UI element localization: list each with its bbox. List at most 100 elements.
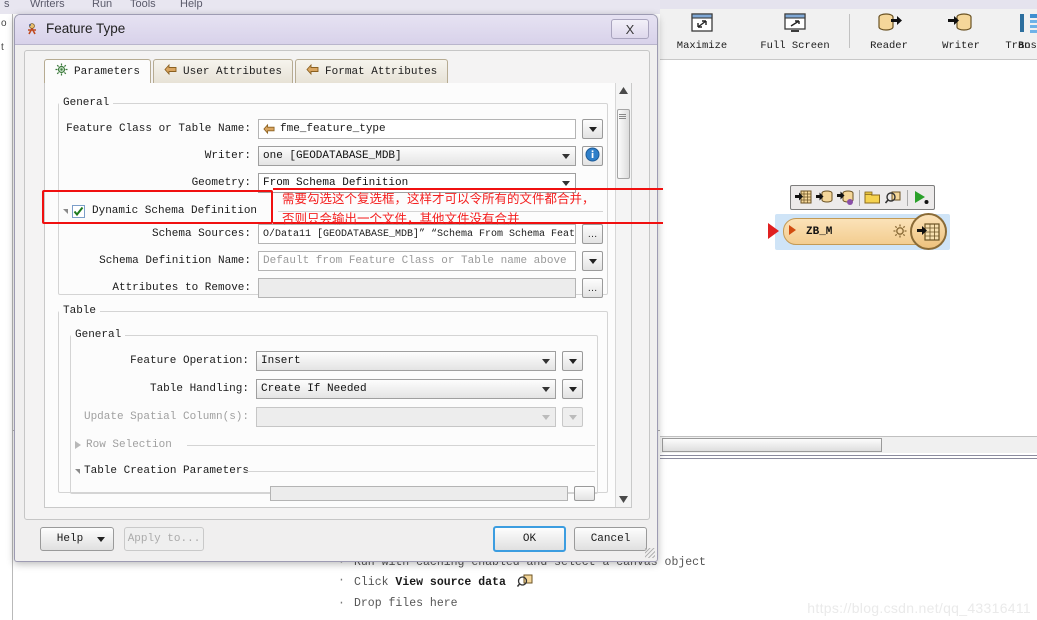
dynamic-schema-checkbox[interactable]: [72, 204, 85, 218]
toolbar-button-writer[interactable]: Writer: [928, 12, 994, 52]
close-button[interactable]: X: [611, 19, 649, 39]
schema-sources-browse-button[interactable]: …: [582, 224, 603, 244]
add-reader-icon[interactable]: [815, 188, 834, 207]
ellipsis-icon-1: …: [587, 228, 598, 240]
toolbar-button-bookmark[interactable]: Bo: [1018, 12, 1037, 52]
chevron-down-icon-10: [568, 414, 577, 420]
collapse-triangle-icon-2[interactable]: [75, 468, 80, 474]
table-handling-combo[interactable]: Create If Needed: [256, 379, 556, 399]
toolbar-label-reader: Reader: [870, 40, 908, 52]
reader-icon: [856, 12, 922, 38]
parameters-panel: General Feature Class or Table Name: fme…: [44, 83, 632, 508]
chevron-down-icon-8: [568, 386, 577, 392]
toolbar-button-reader[interactable]: Reader: [856, 12, 922, 52]
tab-format-attributes[interactable]: Format Attributes: [295, 59, 449, 83]
feature-class-input[interactable]: fme_feature_type: [258, 119, 576, 139]
scroll-down-arrow-icon[interactable]: [616, 492, 631, 507]
canvas-horizontal-scrollbar[interactable]: [660, 436, 1037, 453]
toolbar-separator: [849, 14, 850, 48]
schema-definition-name-input[interactable]: Default from Feature Class or Table name…: [258, 251, 576, 271]
canvas-horizontal-scrollbar-thumb[interactable]: [662, 438, 882, 452]
toolbar-button-maximize[interactable]: Maximize: [666, 12, 738, 52]
collapse-triangle-icon[interactable]: [63, 208, 68, 214]
bullet-icon-3: ·: [338, 597, 345, 610]
table-general-legend: General: [75, 329, 122, 341]
help-button[interactable]: Help: [40, 527, 114, 551]
update-spatial-column-label: Update Spatial Column(s):: [83, 411, 249, 423]
toolbar-button-full-screen[interactable]: Full Screen: [748, 12, 842, 52]
row-selection-group-line: [187, 445, 595, 446]
log-hint-text-2-bold[interactable]: View source data: [395, 576, 505, 589]
table-creation-parameters-label: Table Creation Parameters: [84, 465, 250, 477]
feature-type-dialog[interactable]: Feature Type X Parameters User Attribute…: [14, 14, 658, 562]
menu-item-writers[interactable]: Writers: [30, 0, 65, 10]
apply-to-button: Apply to...: [124, 527, 204, 551]
canvas-node-gear-icon[interactable]: [893, 224, 907, 242]
chevron-down-icon-help: [97, 537, 105, 542]
tab-parameters[interactable]: Parameters: [44, 59, 152, 83]
table-creation-browse-button[interactable]: [574, 485, 595, 501]
resize-grip[interactable]: [645, 548, 655, 558]
schema-definition-name-label: Schema Definition Name:: [99, 255, 251, 267]
chevron-down-icon-9: [542, 415, 550, 420]
canvas-node-expand-triangle[interactable]: [789, 225, 796, 235]
add-feature-type-icon[interactable]: [794, 188, 813, 207]
row-selection-label: Row Selection: [86, 439, 172, 451]
feature-operation-dropdown-button[interactable]: [562, 351, 583, 371]
add-writer-icon[interactable]: [836, 188, 855, 207]
cancel-button[interactable]: Cancel: [574, 527, 647, 551]
ok-button[interactable]: OK: [493, 526, 566, 552]
feature-operation-combo[interactable]: Insert: [256, 351, 556, 371]
row-selection-row[interactable]: Row Selection: [75, 435, 595, 455]
table-creation-input[interactable]: [270, 485, 569, 501]
inspect-icon[interactable]: [884, 188, 903, 207]
update-spatial-column-combo: [256, 407, 556, 427]
dialog-title-bar[interactable]: Feature Type X: [15, 15, 657, 45]
schema-sources-input[interactable]: O/Data11 [GEODATABASE_MDB]” “Schema From…: [258, 224, 576, 244]
panel-vertical-scrollbar-thumb[interactable]: [617, 109, 630, 179]
feature-class-dropdown-button[interactable]: [582, 119, 603, 139]
gear-icon: [55, 63, 68, 80]
workspace-canvas[interactable]: ZB_M: [660, 60, 1037, 430]
attributes-to-remove-input[interactable]: [258, 278, 576, 298]
full-screen-icon: [748, 12, 842, 38]
canvas-toolbar-divider: [858, 189, 860, 206]
canvas-node-writer-badge[interactable]: [910, 213, 947, 250]
feature-class-value: fme_feature_type: [280, 123, 386, 135]
table-handling-label: Table Handling:: [149, 383, 249, 395]
bullet-icon-2: ·: [338, 574, 345, 587]
view-source-data-icon[interactable]: [516, 574, 533, 592]
attributes-to-remove-row: Attributes to Remove: …: [59, 278, 605, 298]
tab-bar[interactable]: Parameters User Attributes Format Attrib…: [44, 59, 449, 83]
writer-value: one [GEODATABASE_MDB]: [263, 150, 402, 162]
menu-item-s[interactable]: s: [4, 0, 10, 10]
writer-combo[interactable]: one [GEODATABASE_MDB]: [258, 146, 576, 166]
feature-class-label: Feature Class or Table Name:: [66, 123, 251, 135]
arrow-icon-2: [306, 63, 319, 80]
folder-icon[interactable]: [864, 188, 883, 207]
writer-info-button[interactable]: [582, 146, 603, 166]
panel-vertical-scrollbar[interactable]: [615, 83, 631, 507]
menu-item-help[interactable]: Help: [180, 0, 203, 10]
schema-definition-name-row: Schema Definition Name: Default from Fea…: [59, 251, 605, 271]
tab-user-attributes[interactable]: User Attributes: [153, 59, 294, 83]
menu-item-tools[interactable]: Tools: [130, 0, 156, 10]
dialog-title: Feature Type: [46, 21, 126, 36]
canvas-object-toolbar[interactable]: [790, 185, 935, 210]
table-handling-dropdown-button[interactable]: [562, 379, 583, 399]
canvas-node-label: ZB_M: [806, 225, 833, 238]
canvas-node-input-arrow: [768, 223, 779, 239]
expand-triangle-icon[interactable]: [75, 441, 81, 449]
update-spatial-column-dropdown-button: [562, 407, 583, 427]
toolbar-label-bookmark: Bo: [1018, 40, 1031, 52]
table-creation-parameters-row[interactable]: Table Creation Parameters: [75, 461, 595, 481]
menu-item-run[interactable]: Run: [92, 0, 112, 10]
log-hint-line-2: · Click View source data: [330, 574, 790, 592]
dialog-body: Parameters User Attributes Format Attrib…: [24, 50, 650, 520]
tab-label-user-attributes: User Attributes: [183, 65, 283, 78]
schema-definition-name-dropdown-button[interactable]: [582, 251, 603, 271]
toolbar-top-edge: [660, 0, 1037, 9]
run-icon[interactable]: [912, 188, 931, 207]
attributes-to-remove-browse-button[interactable]: …: [582, 278, 603, 298]
scroll-up-arrow-icon[interactable]: [616, 83, 631, 98]
